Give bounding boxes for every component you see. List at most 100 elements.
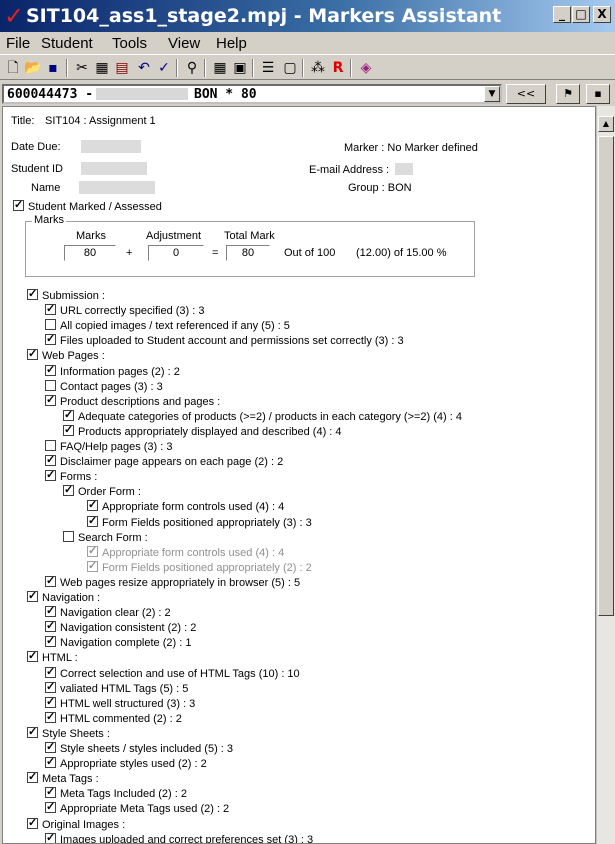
criterion-row[interactable]: Order Form : [63,483,141,499]
student-combo[interactable]: 600044473 - BON * 80 ▼ [2,84,502,104]
properties-icon[interactable]: ▢ [280,58,300,78]
criterion-row[interactable]: Original Images : [27,816,125,832]
vertical-scrollbar[interactable]: ▲ [596,106,615,844]
criterion-checkbox[interactable] [27,287,38,301]
maximize-button[interactable]: □ [572,6,590,23]
criterion-row[interactable]: Appropriate form controls used (4) : 4 [87,544,284,560]
marks-field[interactable]: 80 [64,245,116,261]
tree-icon[interactable]: ⁂ [308,58,328,78]
criterion-checkbox[interactable] [45,468,56,482]
new-icon[interactable]: 🗋 [3,58,23,78]
report-icon[interactable]: ▤ [112,58,132,78]
criterion-row[interactable]: Forms : [45,468,97,484]
criterion-checkbox[interactable] [87,514,98,528]
criterion-row[interactable]: Navigation consistent (2) : 2 [45,619,196,635]
criterion-checkbox[interactable] [45,634,56,648]
menu-view[interactable]: View [168,35,200,52]
criterion-checkbox[interactable] [45,680,56,694]
criterion-checkbox[interactable] [45,665,56,679]
criterion-checkbox[interactable] [45,800,56,814]
criterion-row[interactable]: Search Form : [63,530,148,545]
criterion-row[interactable]: Files uploaded to Student account and pe… [45,332,404,348]
criterion-checkbox[interactable] [27,589,38,603]
criterion-checkbox[interactable] [45,319,56,331]
criterion-checkbox[interactable] [63,408,74,422]
criterion-row[interactable]: HTML : [27,649,78,665]
criterion-row[interactable]: Navigation complete (2) : 1 [45,634,191,650]
criterion-row[interactable]: Navigation clear (2) : 2 [45,604,171,620]
criterion-checkbox[interactable] [63,423,74,437]
criterion-checkbox[interactable] [45,393,56,407]
menu-tools[interactable]: Tools [112,35,147,52]
criterion-checkbox[interactable] [27,770,38,784]
scroll-thumb[interactable] [598,136,614,616]
criterion-checkbox[interactable] [45,785,56,799]
criterion-row[interactable]: Web pages resize appropriately in browse… [45,574,300,590]
menu-help[interactable]: Help [216,35,247,52]
criterion-checkbox[interactable] [45,453,56,467]
scroll-up-icon[interactable]: ▲ [598,116,614,132]
preview-icon[interactable]: ▣ [230,58,250,78]
criterion-row[interactable]: Appropriate Meta Tags used (2) : 2 [45,800,229,816]
check-icon[interactable]: ✓ [154,58,174,78]
criterion-row[interactable]: Product descriptions and pages : [45,393,220,409]
criterion-checkbox[interactable] [63,483,74,497]
criterion-row[interactable]: Appropriate styles used (2) : 2 [45,755,207,771]
criterion-checkbox[interactable] [27,347,38,361]
criterion-row[interactable]: FAQ/Help pages (3) : 3 [45,440,173,454]
criterion-row[interactable]: valiated HTML Tags (5) : 5 [45,680,188,696]
r-icon[interactable]: R [328,58,348,78]
criterion-checkbox[interactable] [63,530,74,542]
criterion-checkbox[interactable] [27,649,38,663]
settings-icon[interactable]: ◈ [356,58,376,78]
criterion-checkbox[interactable] [45,332,56,346]
criterion-row[interactable]: Web Pages : [27,347,105,363]
find-icon[interactable]: ⚲ [182,58,202,78]
criterion-checkbox[interactable] [27,725,38,739]
chevron-down-icon[interactable]: ▼ [484,86,500,102]
criterion-row[interactable]: Form Fields positioned appropriately (2)… [87,559,312,575]
criterion-row[interactable]: Style sheets / styles included (5) : 3 [45,740,233,756]
criterion-row[interactable]: Disclaimer page appears on each page (2)… [45,453,283,469]
criterion-checkbox[interactable] [45,574,56,588]
criterion-row[interactable]: Form Fields positioned appropriately (3)… [87,514,312,530]
criterion-checkbox[interactable] [45,604,56,618]
criterion-row[interactable]: HTML commented (2) : 2 [45,710,182,726]
criterion-row[interactable]: Correct selection and use of HTML Tags (… [45,665,300,681]
criterion-row[interactable]: Navigation : [27,589,100,605]
criterion-checkbox[interactable] [87,498,98,512]
criterion-checkbox[interactable] [45,379,56,391]
criterion-checkbox[interactable] [45,619,56,633]
criterion-checkbox[interactable] [45,302,56,316]
criterion-checkbox[interactable] [45,831,56,843]
criterion-row[interactable]: All copied images / text referenced if a… [45,319,290,333]
criterion-row[interactable]: HTML well structured (3) : 3 [45,695,195,711]
criterion-row[interactable]: Contact pages (3) : 3 [45,379,163,394]
criterion-checkbox[interactable] [45,755,56,769]
criterion-checkbox[interactable] [45,740,56,754]
criterion-row[interactable]: Images uploaded and correct preferences … [45,831,313,843]
cut-icon[interactable]: ✂ [72,58,92,78]
adjustment-field[interactable]: 0 [148,245,204,261]
close-button[interactable]: X [593,6,611,23]
minimize-button[interactable]: _ [553,6,571,23]
menu-student[interactable]: Student [41,35,93,52]
criterion-checkbox[interactable] [45,363,56,377]
grid-icon[interactable]: ▦ [92,58,112,78]
student-marked-checkbox[interactable]: Student Marked / Assessed [13,198,162,213]
criterion-checkbox[interactable] [45,710,56,724]
prev-next-button[interactable]: << >> [506,84,546,118]
undo-icon[interactable]: ↶ [134,58,154,78]
table-icon[interactable]: ▦ [210,58,230,78]
menu-file[interactable]: File [6,35,30,52]
criterion-row[interactable]: Meta Tags : [27,770,99,786]
criterion-checkbox[interactable] [27,816,38,830]
criterion-row[interactable]: Style Sheets : [27,725,110,741]
criterion-row[interactable]: Products appropriately displayed and des… [63,423,342,439]
criterion-row[interactable]: URL correctly specified (3) : 3 [45,302,204,318]
criterion-row[interactable]: Meta Tags Included (2) : 2 [45,785,187,801]
criterion-checkbox[interactable] [45,695,56,709]
criterion-row[interactable]: Submission : [27,287,105,303]
save-icon[interactable]: ▪ [43,58,63,78]
criterion-row[interactable]: Information pages (2) : 2 [45,363,180,379]
